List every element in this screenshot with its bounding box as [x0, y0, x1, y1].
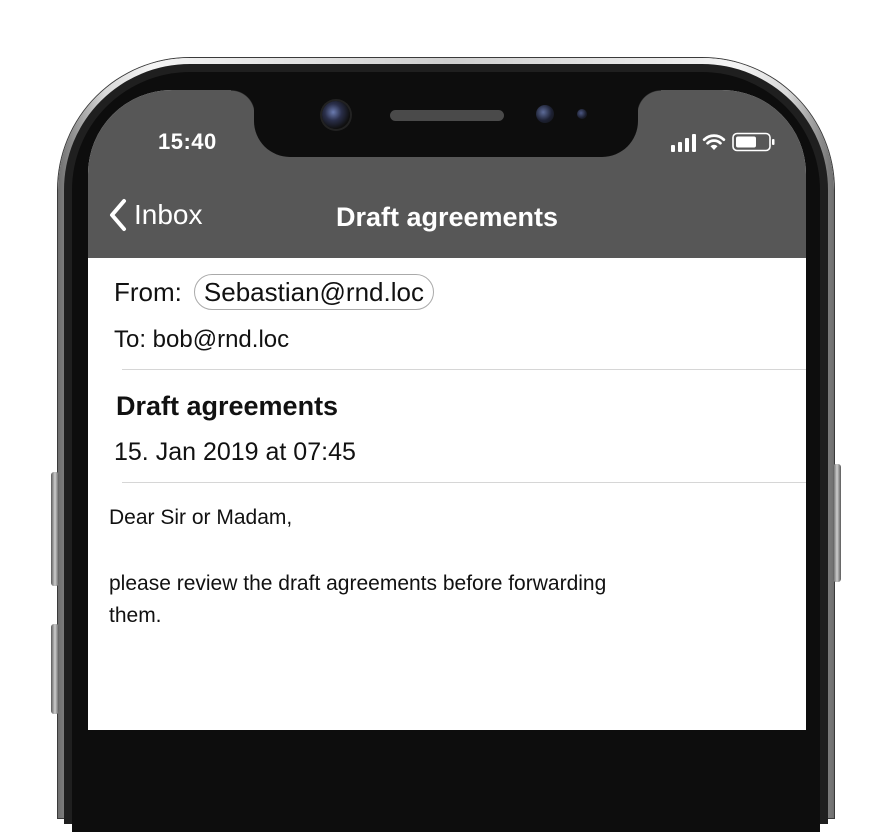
message-greeting: Dear Sir or Madam, [109, 506, 293, 529]
front-camera [322, 101, 350, 129]
sender-address-chip[interactable]: Sebastian@rnd.loc [193, 274, 434, 310]
phone-screen: 15:40 Inbox Draft agreements From: Sebas… [88, 90, 806, 730]
volume-up-button [51, 472, 59, 586]
message-subject: Draft agreements [116, 391, 339, 421]
message-paragraph: please review the draft agreements befor… [109, 572, 607, 627]
cellular-signal-icon [671, 134, 696, 152]
message-date: 15. Jan 2019 at 07:45 [114, 438, 356, 466]
to-row: To: bob@rnd.loc [114, 326, 290, 353]
proximity-sensor [536, 105, 554, 123]
message-view: From: Sebastian@rnd.loc To: bob@rnd.loc … [88, 258, 806, 730]
battery-icon [732, 132, 776, 152]
volume-down-button [51, 624, 59, 714]
navigation-bar: 15:40 Inbox Draft agreements [88, 90, 806, 258]
status-time: 15:40 [158, 129, 217, 154]
earpiece-speaker [390, 110, 504, 121]
message-body: Dear Sir or Madam, please review the dra… [109, 502, 629, 632]
status-icons [671, 130, 776, 152]
wifi-icon [702, 132, 726, 152]
light-sensor [577, 109, 587, 119]
from-row: From: Sebastian@rnd.loc [114, 274, 434, 310]
notch [231, 90, 661, 157]
nav-title: Draft agreements [335, 202, 559, 232]
from-label: From: [114, 276, 182, 307]
power-button [833, 464, 841, 582]
body-divider [122, 482, 806, 483]
header-divider [122, 369, 806, 370]
